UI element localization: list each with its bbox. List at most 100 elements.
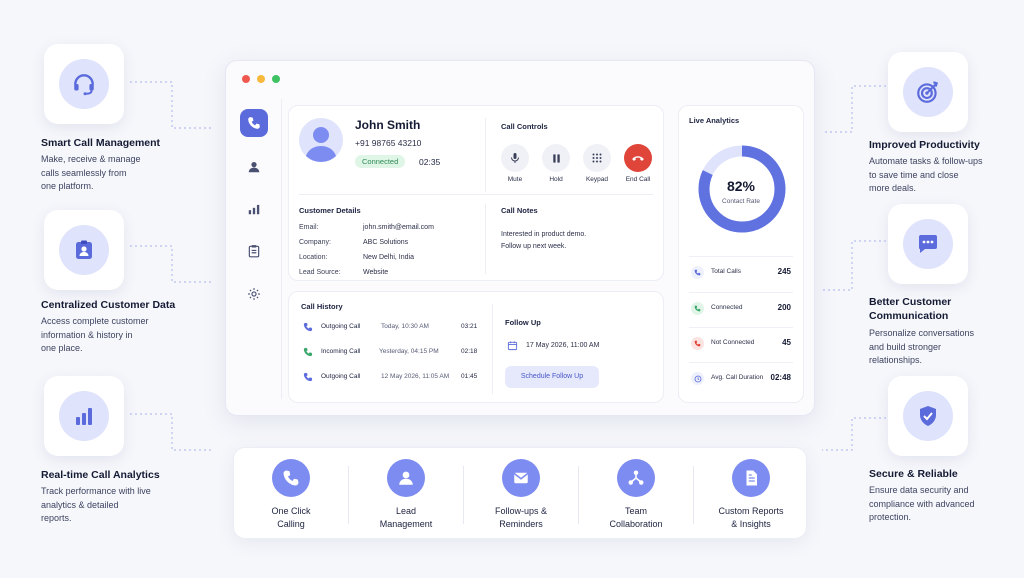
phone-icon <box>694 269 701 276</box>
feature-title: Secure & Reliable <box>869 468 958 480</box>
pause-icon <box>552 153 560 163</box>
feature-desc: Track performance with live analytics & … <box>41 486 151 523</box>
call-date: Today, 10:30 AM <box>381 323 429 330</box>
avatar <box>299 118 343 162</box>
outgoing-call-icon <box>303 322 313 332</box>
calendar-icon <box>507 341 518 351</box>
feature-label: Lead Management <box>379 506 433 529</box>
bar-chart-icon <box>44 376 124 456</box>
stat-label: Total Calls <box>711 268 741 275</box>
call-duration: 02:18 <box>461 348 478 355</box>
live-analytics-panel: Live Analytics 82% Contact Rate Total Ca… <box>678 105 804 403</box>
keypad-button[interactable] <box>583 144 611 172</box>
call-history-panel: Call History Outgoing Call Today, 10:30 … <box>288 291 664 403</box>
user-icon <box>248 162 260 173</box>
feature-communication <box>888 204 968 284</box>
contact-rate-value: 82% <box>726 178 756 194</box>
sidebar-divider <box>281 99 282 399</box>
call-controls-title: Call Controls <box>501 122 548 131</box>
stat-label: Connected <box>711 304 743 311</box>
feature-desc: Access complete customer information & h… <box>41 316 149 353</box>
feature-customer-data <box>44 210 124 290</box>
sidebar-settings[interactable] <box>240 280 268 308</box>
feature-secure <box>888 376 968 456</box>
feature-productivity <box>888 52 968 132</box>
detail-label: Lead Source: <box>299 269 341 276</box>
detail-value-company: ABC Solutions <box>363 239 409 246</box>
user-icon <box>387 459 425 497</box>
table-row[interactable]: Outgoing Call 12 May 2026, 11:05 AM 01:4… <box>301 368 653 386</box>
detail-label: Location: <box>299 254 328 261</box>
call-notes-title: Call Notes <box>501 206 538 215</box>
table-row[interactable]: Incoming Call Yesterday, 04:15 PM 02:18 <box>301 343 653 361</box>
missed-call-icon <box>694 340 701 347</box>
clipboard-icon <box>248 245 260 258</box>
stat-value: 245 <box>777 267 791 276</box>
stat-row: Connected 200 <box>689 292 793 322</box>
stat-row: Not Connected 45 <box>689 327 793 357</box>
call-duration: 03:21 <box>461 323 478 330</box>
feature-follow-ups[interactable]: Follow-ups & Reminders <box>464 448 578 540</box>
feature-one-click-calling[interactable]: One Click Calling <box>234 448 348 540</box>
sidebar-analytics[interactable] <box>240 195 268 223</box>
hold-button[interactable] <box>542 144 570 172</box>
feature-title: Better Customer Communication <box>869 296 952 322</box>
vertical-divider <box>485 204 486 274</box>
mute-button[interactable] <box>501 144 529 172</box>
incoming-call-icon <box>303 347 313 357</box>
feature-label: Team Collaboration <box>609 506 663 529</box>
live-analytics-title: Live Analytics <box>689 116 740 125</box>
detail-label: Company: <box>299 239 331 246</box>
end-call-icon <box>632 156 644 161</box>
detail-value-email[interactable]: john.smith@email.com <box>363 224 434 231</box>
bar-chart-icon <box>248 204 260 215</box>
call-timer: 02:35 <box>419 157 441 167</box>
stat-label: Avg. Call Duration <box>711 374 764 381</box>
feature-desc: Make, receive & manage calls seamlessly … <box>41 154 141 191</box>
feature-title: Real-time Call Analytics <box>41 469 160 481</box>
window-close-dot[interactable] <box>242 75 250 83</box>
network-icon <box>617 459 655 497</box>
sidebar-calls[interactable] <box>240 109 268 137</box>
phone-icon <box>248 117 260 129</box>
contact-card-icon <box>44 210 124 290</box>
feature-smart-call <box>44 44 124 124</box>
follow-up-title: Follow Up <box>505 318 541 327</box>
sidebar-tasks[interactable] <box>240 237 268 265</box>
feature-title: Improved Productivity <box>869 139 980 151</box>
call-date: 12 May 2026, 11:05 AM <box>381 373 450 380</box>
outgoing-call-icon <box>303 372 313 382</box>
call-type: Outgoing Call <box>321 373 361 380</box>
vertical-divider <box>492 304 493 394</box>
contact-name: John Smith <box>355 118 421 132</box>
detail-value-location: New Delhi, India <box>363 254 414 261</box>
window-minimize-dot[interactable] <box>257 75 265 83</box>
feature-lead-management[interactable]: Lead Management <box>349 448 463 540</box>
stat-row: Total Calls 245 <box>689 256 793 286</box>
feature-custom-reports[interactable]: Custom Reports & Insights <box>694 448 808 540</box>
call-notes-text[interactable]: Interested in product demo. Follow up ne… <box>501 229 586 253</box>
schedule-follow-up-button[interactable]: Schedule Follow Up <box>505 366 599 388</box>
end-call-button[interactable] <box>624 144 652 172</box>
mute-label: Mute <box>507 176 523 183</box>
clock-icon <box>694 375 701 382</box>
feature-realtime-analytics <box>44 376 124 456</box>
end-call-label: End Call <box>625 176 651 183</box>
detail-label: Email: <box>299 224 319 231</box>
call-history-title: Call History <box>301 302 343 311</box>
sidebar-contacts[interactable] <box>240 153 268 181</box>
feature-team-collaboration[interactable]: Team Collaboration <box>579 448 693 540</box>
table-row[interactable]: Outgoing Call Today, 10:30 AM 03:21 <box>301 318 653 336</box>
detail-value-lead-source: Website <box>363 269 389 276</box>
call-panel: John Smith +91 98765 43210 Connected 02:… <box>288 105 664 281</box>
call-duration: 01:45 <box>461 373 478 380</box>
target-icon <box>888 52 968 132</box>
window-maximize-dot[interactable] <box>272 75 280 83</box>
feature-title: Smart Call Management <box>41 137 161 149</box>
chat-icon <box>888 204 968 284</box>
customer-details-title: Customer Details <box>299 206 361 215</box>
hold-label: Hold <box>549 176 563 183</box>
feature-label: Custom Reports & Insights <box>718 506 784 529</box>
gear-icon <box>248 288 260 300</box>
bottom-feature-bar: One Click Calling Lead Management Follow… <box>233 447 807 539</box>
